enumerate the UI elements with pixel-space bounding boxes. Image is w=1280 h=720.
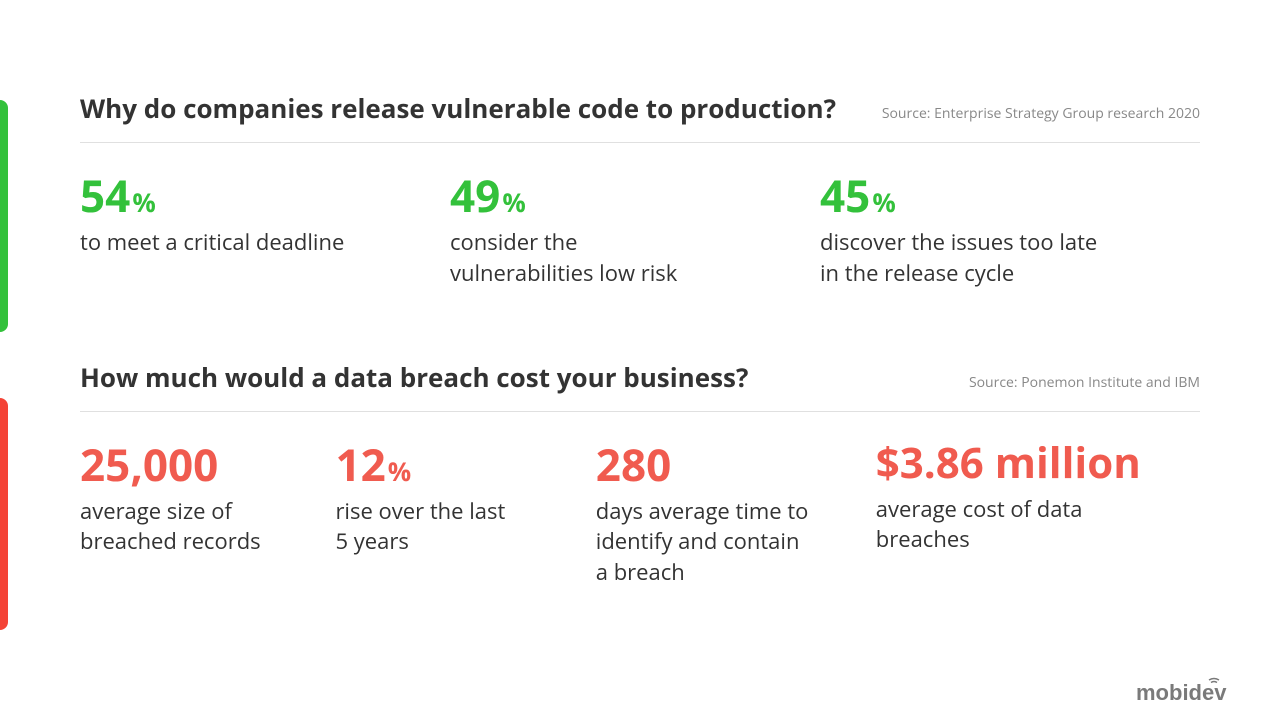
stat-value: 25,000	[80, 442, 335, 486]
stat-value: 12%	[335, 442, 595, 486]
section1-stats: 54% to meet a critical deadline 49% cons…	[80, 173, 1200, 289]
stat-value: 49%	[450, 173, 820, 217]
accent-bar-red	[0, 398, 8, 630]
stat-item: 12% rise over the last 5 years	[335, 442, 595, 588]
stat-item: 280 days average time to identify and co…	[596, 442, 876, 588]
stat-label: average size of breached records	[80, 496, 280, 558]
section1-title: Why do companies release vulnerable code…	[80, 90, 836, 126]
stat-value: 45%	[820, 173, 1190, 217]
logo-mobidev: mobidev	[1136, 676, 1256, 704]
svg-text:mobidev: mobidev	[1136, 680, 1227, 704]
section2-source: Source: Ponemon Institute and IBM	[969, 373, 1200, 392]
logo-icon: mobidev	[1136, 676, 1256, 704]
section2-header: How much would a data breach cost your b…	[80, 359, 1200, 412]
section2-stats: 25,000 average size of breached records …	[80, 442, 1200, 588]
section2: How much would a data breach cost your b…	[80, 359, 1200, 588]
stat-label: to meet a critical deadline	[80, 227, 450, 258]
section1-header: Why do companies release vulnerable code…	[80, 90, 1200, 143]
stat-value: $3.86 million	[876, 442, 1200, 484]
stat-label: average cost of data breaches	[876, 494, 1096, 556]
stat-label: discover the issues too late in the rele…	[820, 227, 1100, 289]
stat-label: consider the vulnerabilities low risk	[450, 227, 700, 289]
content: Why do companies release vulnerable code…	[80, 90, 1200, 588]
accent-bar-green	[0, 100, 8, 332]
stat-item: 54% to meet a critical deadline	[80, 173, 450, 289]
section1-source: Source: Enterprise Strategy Group resear…	[882, 104, 1200, 123]
stat-value: 54%	[80, 173, 450, 217]
stat-label: days average time to identify and contai…	[596, 496, 816, 588]
section2-title: How much would a data breach cost your b…	[80, 359, 748, 395]
stat-item: 49% consider the vulnerabilities low ris…	[450, 173, 820, 289]
stat-item: 45% discover the issues too late in the …	[820, 173, 1190, 289]
stat-item: 25,000 average size of breached records	[80, 442, 335, 588]
stat-value: 280	[596, 442, 876, 486]
stat-item: $3.86 million average cost of data breac…	[876, 442, 1200, 588]
stat-label: rise over the last 5 years	[335, 496, 515, 558]
